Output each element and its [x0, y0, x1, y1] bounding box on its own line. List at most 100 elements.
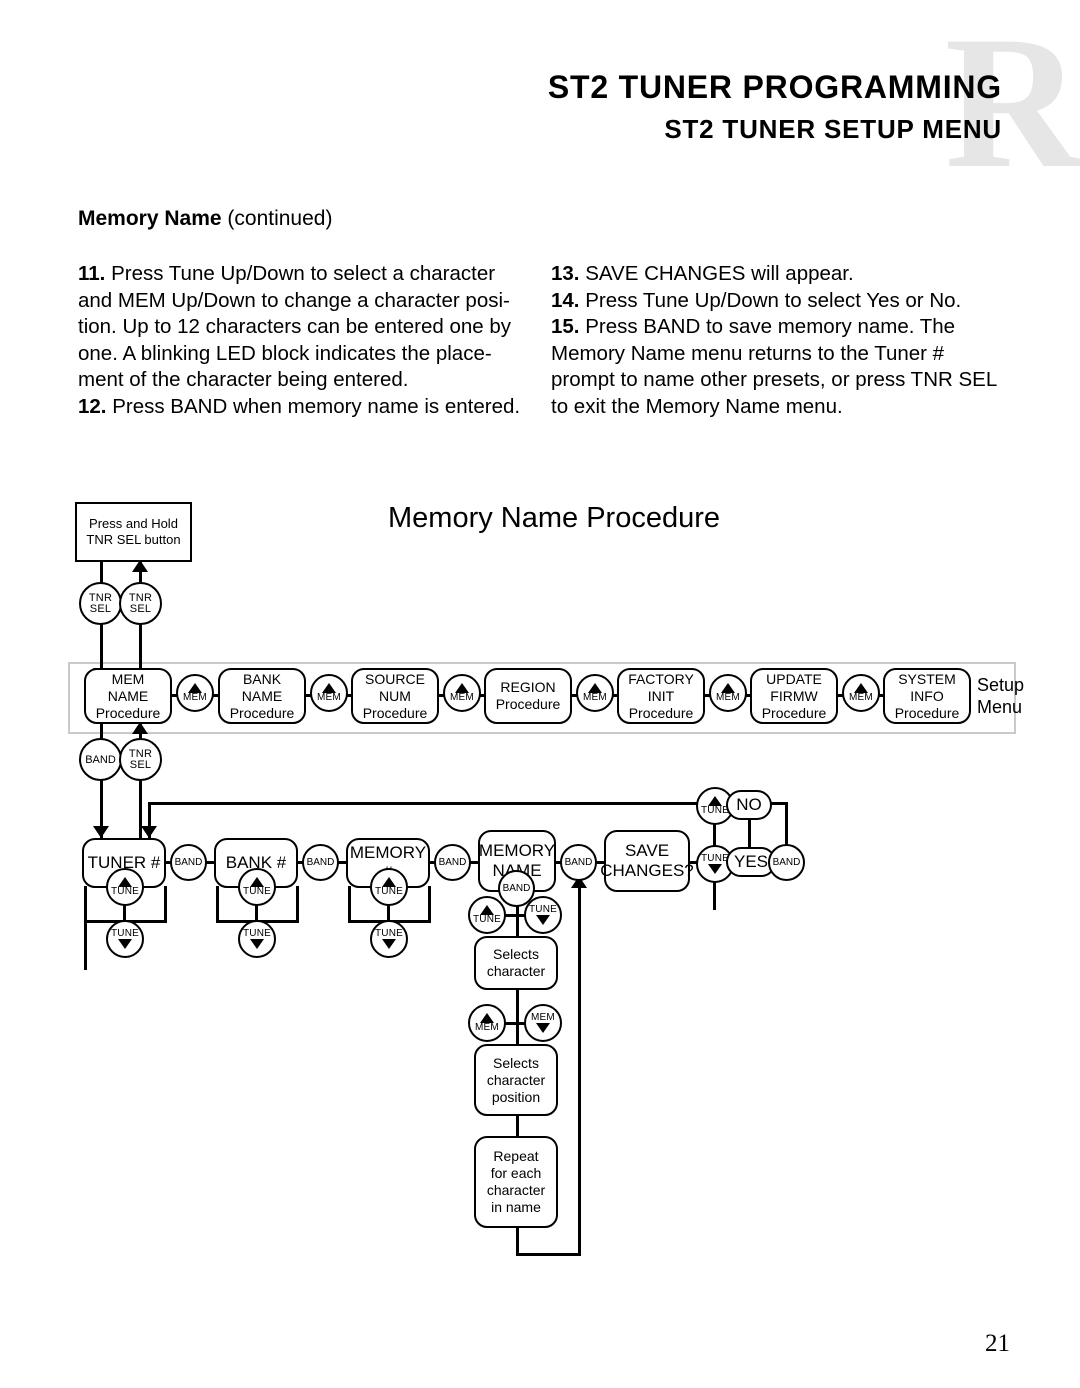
mem-label: MEM	[475, 1022, 499, 1033]
repeat-for-each-character-box: Repeat for each character in name	[474, 1136, 558, 1228]
menu-item-factory-init[interactable]: FACTORY INIT Procedure	[617, 668, 705, 724]
menu-item-line2: FIRMW	[770, 687, 818, 704]
triangle-down-icon	[536, 1023, 550, 1033]
connector-line	[348, 886, 351, 922]
tune-label: TUNE	[700, 853, 730, 864]
menu-item-line1: MEM	[111, 670, 145, 687]
step-number: 11.	[78, 262, 106, 285]
mem-up-button[interactable]: MEM	[709, 674, 747, 712]
tune-up-button[interactable]: TUNE	[468, 896, 506, 934]
band-label: BAND	[502, 883, 531, 894]
tune-label: TUNE	[472, 914, 502, 925]
flow-box-line2: CHANGES?	[600, 861, 694, 880]
connector-line	[84, 886, 87, 970]
tune-down-button[interactable]: TUNE	[370, 920, 408, 958]
tune-up-button[interactable]: TUNE	[370, 868, 408, 906]
menu-item-line3: Procedure	[894, 704, 960, 721]
mem-up-button[interactable]: MEM	[576, 674, 614, 712]
body-left-column: 11. Press Tune Up/Down to select a chara…	[78, 261, 530, 421]
tune-up-button[interactable]: TUNE	[106, 868, 144, 906]
tune-label: TUNE	[242, 928, 272, 939]
band-button[interactable]: BAND	[170, 844, 207, 881]
connector-line	[428, 886, 431, 922]
tune-label: TUNE	[110, 886, 140, 897]
mem-up-button[interactable]: MEM	[468, 1004, 506, 1042]
band-label: BAND	[772, 857, 801, 868]
band-button[interactable]: BAND	[79, 738, 122, 781]
mem-label: MEM	[849, 692, 873, 703]
page-header: R ST2 TUNER PROGRAMMING ST2 TUNER SETUP …	[0, 0, 1080, 198]
tnr-sel-button[interactable]: TNR SEL	[79, 582, 122, 625]
band-label: BAND	[564, 857, 593, 868]
menu-item-line1: REGION	[500, 679, 556, 695]
menu-item-region[interactable]: REGION Procedure	[484, 668, 572, 724]
tune-label: TUNE	[110, 928, 140, 939]
menu-item-line3: Procedure	[229, 704, 295, 721]
tnr-sel-button[interactable]: TNR SEL	[119, 582, 162, 625]
loop-back-line	[578, 878, 581, 1256]
answer-no-label: NO	[736, 795, 762, 814]
step-number: 12.	[78, 394, 107, 418]
tnr-sel-label-line1: TNR	[88, 591, 113, 604]
menu-item-line2: NAME	[241, 687, 283, 704]
mem-up-button[interactable]: MEM	[443, 674, 481, 712]
menu-item-line3: Procedure	[761, 704, 827, 721]
connector-line	[516, 1116, 519, 1138]
mem-up-button[interactable]: MEM	[842, 674, 880, 712]
menu-item-line1: FACTORY	[628, 670, 694, 687]
step-paragraph: 13. SAVE CHANGES will appear.	[551, 261, 1011, 288]
arrow-down-icon	[141, 826, 157, 838]
mem-label: MEM	[716, 692, 740, 703]
step-number: 13.	[551, 262, 580, 285]
mem-down-button[interactable]: MEM	[524, 1004, 562, 1042]
tnr-sel-button[interactable]: TNR SEL	[119, 738, 162, 781]
tnr-sel-label-line1: TNR	[128, 591, 153, 604]
tune-up-button[interactable]: TUNE	[238, 868, 276, 906]
loop-back-line	[516, 1253, 580, 1256]
band-label: BAND	[306, 857, 335, 868]
band-button[interactable]: BAND	[434, 844, 471, 881]
flow-box-save-changes[interactable]: SAVE CHANGES?	[600, 830, 694, 892]
menu-item-bank-name[interactable]: BANK NAME Procedure	[218, 668, 306, 724]
menu-item-update-firmware[interactable]: UPDATE FIRMW Procedure	[750, 668, 838, 724]
band-button[interactable]: BAND	[560, 844, 597, 881]
tune-down-button[interactable]: TUNE	[106, 920, 144, 958]
mem-up-button[interactable]: MEM	[310, 674, 348, 712]
flowchart-title: Memory Name Procedure	[388, 502, 720, 534]
band-button[interactable]: BAND	[302, 844, 339, 881]
triangle-down-icon	[250, 939, 264, 949]
step-number: 14.	[551, 288, 580, 312]
page-number: 21	[985, 1330, 1010, 1357]
connector-line	[164, 886, 167, 922]
step-paragraph: 15. Press BAND to save memory name. The …	[551, 314, 1011, 420]
page-subtitle: ST2 TUNER SETUP MENU	[664, 114, 1002, 144]
tune-label: TUNE	[374, 886, 404, 897]
tune-down-button[interactable]: TUNE	[524, 896, 562, 934]
flow-box-line1: MEMORY	[478, 841, 556, 860]
tnr-sel-label-line2: SEL	[129, 758, 152, 771]
tune-label: TUNE	[700, 805, 730, 816]
menu-item-system-info[interactable]: SYSTEM INFO Procedure	[883, 668, 971, 724]
triangle-down-icon	[536, 915, 550, 925]
selects-character-position-box: Selects character position	[474, 1044, 558, 1116]
band-label: BAND	[438, 857, 467, 868]
tune-label: TUNE	[374, 928, 404, 939]
tnr-sel-label-line2: SEL	[89, 602, 112, 615]
mem-label: MEM	[531, 1012, 555, 1023]
triangle-down-icon	[382, 939, 396, 949]
band-button[interactable]: BAND	[768, 844, 805, 881]
mem-up-button[interactable]: MEM	[176, 674, 214, 712]
step-text: Press Tune Up/Down to select Yes or No.	[579, 288, 962, 312]
tune-down-button[interactable]: TUNE	[238, 920, 276, 958]
triangle-down-icon	[118, 939, 132, 949]
arrow-down-icon	[93, 826, 109, 838]
press-and-hold-box: Press and Hold TNR SEL button	[75, 502, 192, 562]
menu-item-source-num[interactable]: SOURCE NUM Procedure	[351, 668, 439, 724]
page-title: ST2 TUNER PROGRAMMING	[547, 69, 1002, 105]
tune-label: TUNE	[242, 886, 272, 897]
menu-item-line1: SOURCE	[365, 670, 425, 687]
answer-no-option[interactable]: NO	[726, 790, 772, 820]
menu-item-mem-name[interactable]: MEM NAME Procedure	[84, 668, 172, 724]
step-text: SAVE CHANGES will appear.	[579, 262, 854, 285]
menu-item-line3: Procedure	[495, 696, 561, 712]
